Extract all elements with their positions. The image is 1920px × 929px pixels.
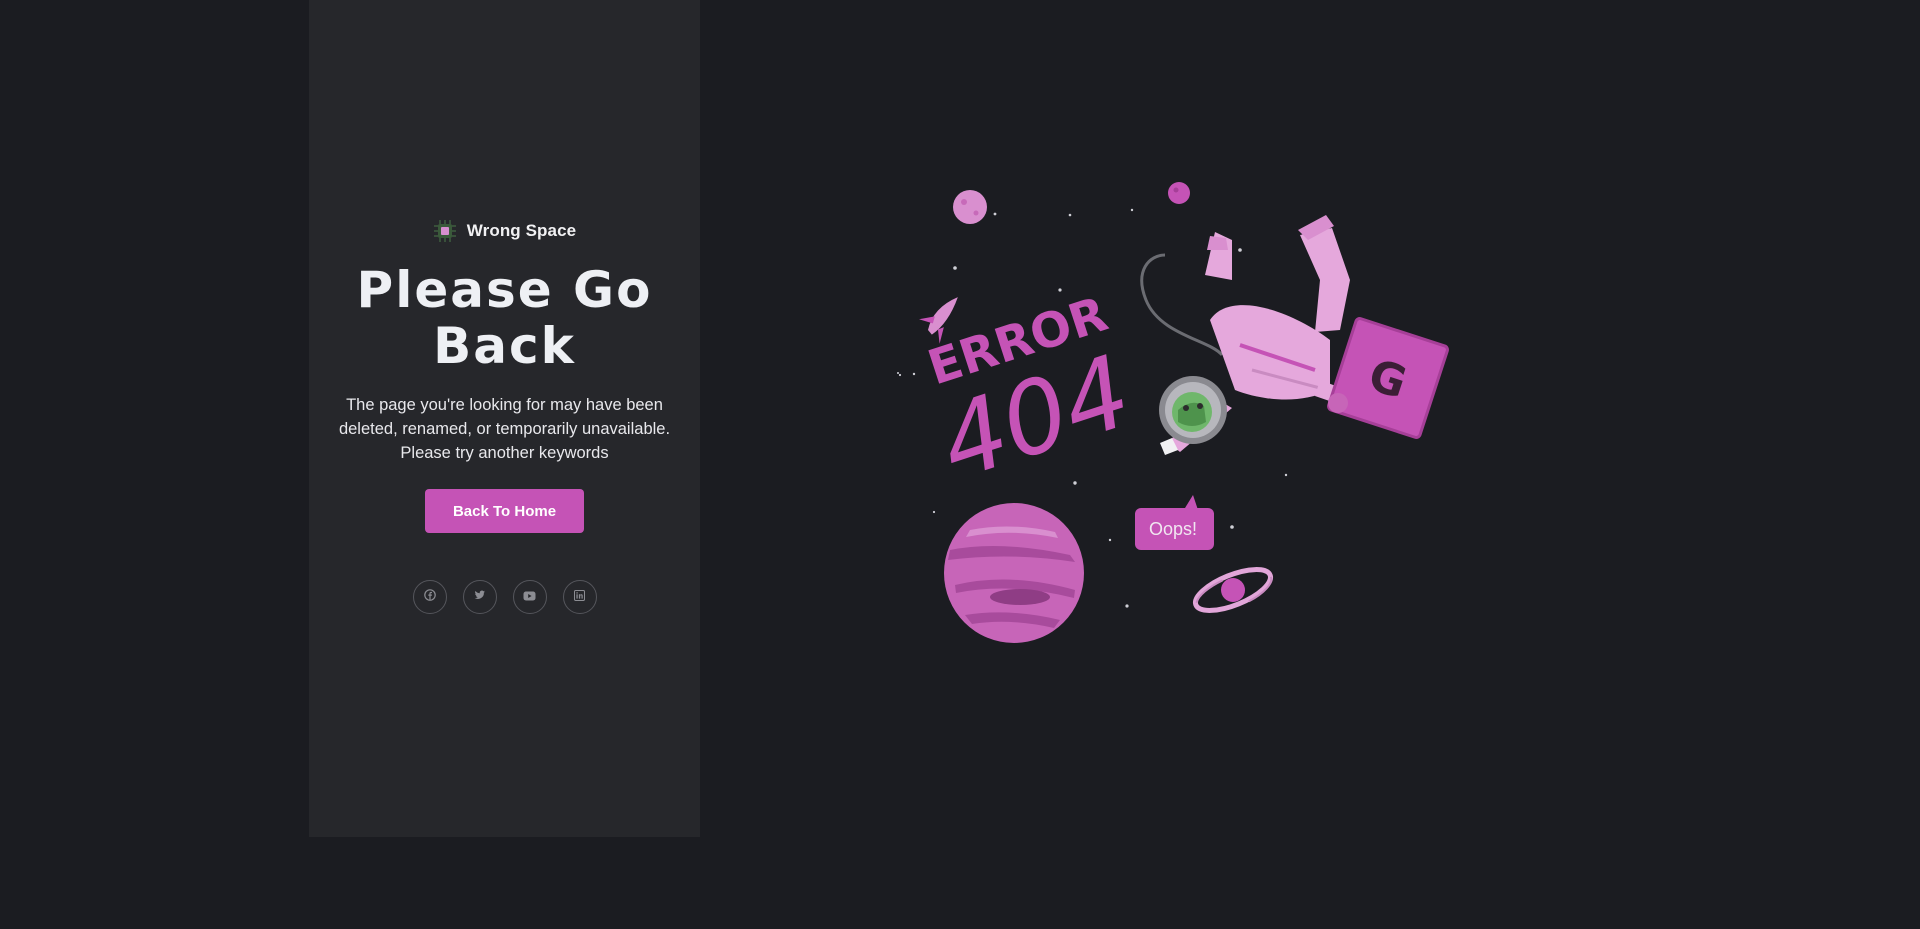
page-title: Please Go Back [309,262,700,374]
brand[interactable]: Wrong Space [309,219,700,243]
title-line-1: Please Go [356,261,653,319]
youtube-icon [523,588,536,606]
description-line-1: The page you're looking for may have bee… [346,396,663,414]
error-illustration: ERROR 404 G Oops! [860,160,1460,660]
twitter-link[interactable] [462,580,497,614]
big-planet [944,503,1084,643]
title-line-2: Back [433,317,576,375]
chip-icon [433,219,457,243]
facebook-icon [423,588,436,606]
linkedin-icon [574,588,585,606]
error-text-group: ERROR 404 [921,286,1144,503]
facebook-link[interactable] [412,580,447,614]
left-panel: Wrong Space Please Go Back The page you'… [309,0,700,837]
ringed-planet [1192,567,1274,614]
small-planet-top-left [953,190,987,224]
youtube-link[interactable] [512,580,547,614]
brand-name: Wrong Space [466,221,577,240]
twitter-icon [474,588,486,606]
description-line-3: Please try another keywords [400,444,609,462]
social-links [309,580,700,614]
description-line-2: deleted, renamed, or temporarily unavail… [338,420,671,438]
page-description: The page you're looking for may have bee… [329,393,680,465]
small-moon-top [1168,182,1190,204]
g-box: G [1327,317,1449,439]
back-to-home-button[interactable]: Back To Home [425,489,584,533]
linkedin-link[interactable] [562,580,597,614]
oops-text: Oops! [1149,519,1197,539]
oops-speech-bubble: Oops! [1135,495,1214,550]
